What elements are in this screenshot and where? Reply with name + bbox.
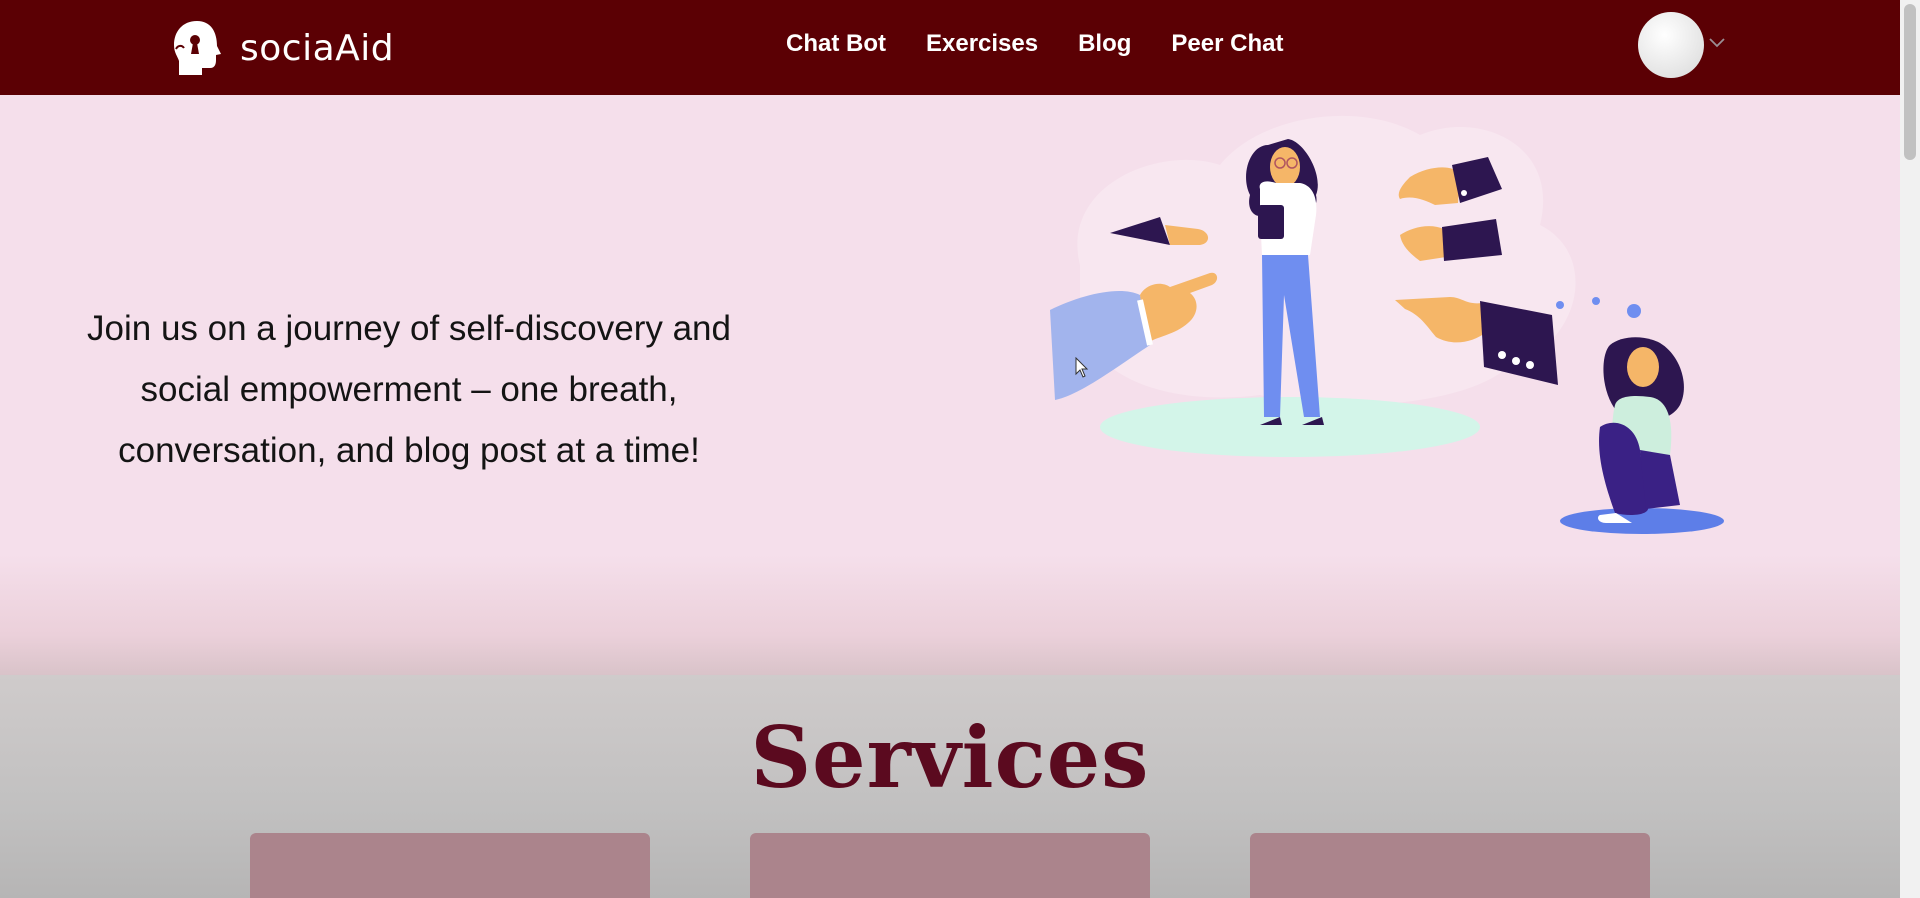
- scrollbar-thumb[interactable]: [1904, 4, 1916, 160]
- brand-name: sociaAid: [240, 27, 395, 69]
- mouse-cursor-icon: [1075, 357, 1089, 378]
- head-keyhole-icon: [174, 21, 221, 75]
- service-card[interactable]: [750, 833, 1150, 898]
- hero-tagline-line: conversation, and blog post at a time!: [118, 431, 700, 470]
- hero-section: Join us on a journey of self-discovery a…: [0, 95, 1900, 675]
- nav-link-chat-bot[interactable]: Chat Bot: [786, 30, 886, 58]
- user-avatar[interactable]: [1638, 12, 1704, 78]
- hero-tagline: Join us on a journey of self-discovery a…: [55, 298, 763, 481]
- services-section: Services: [0, 675, 1900, 898]
- brand-logo[interactable]: sociaAid: [170, 19, 394, 77]
- service-card[interactable]: [250, 833, 650, 898]
- navbar: sociaAid Chat Bot Exercises Blog Peer Ch…: [0, 0, 1900, 95]
- services-heading: Services: [750, 708, 1150, 807]
- main-nav: Chat Bot Exercises Blog Peer Chat: [786, 30, 1283, 58]
- hero-tagline-line: social empowerment – one breath,: [140, 370, 678, 409]
- nav-link-blog[interactable]: Blog: [1078, 30, 1131, 58]
- page-scrollbar[interactable]: [1900, 0, 1920, 898]
- pointing-hands-illustration: [1050, 115, 1724, 534]
- chevron-down-icon[interactable]: [1708, 36, 1726, 50]
- service-card[interactable]: [1250, 833, 1650, 898]
- hero-tagline-line: Join us on a journey of self-discovery a…: [87, 309, 731, 348]
- nav-link-peer-chat[interactable]: Peer Chat: [1171, 30, 1283, 58]
- nav-link-exercises[interactable]: Exercises: [926, 30, 1038, 58]
